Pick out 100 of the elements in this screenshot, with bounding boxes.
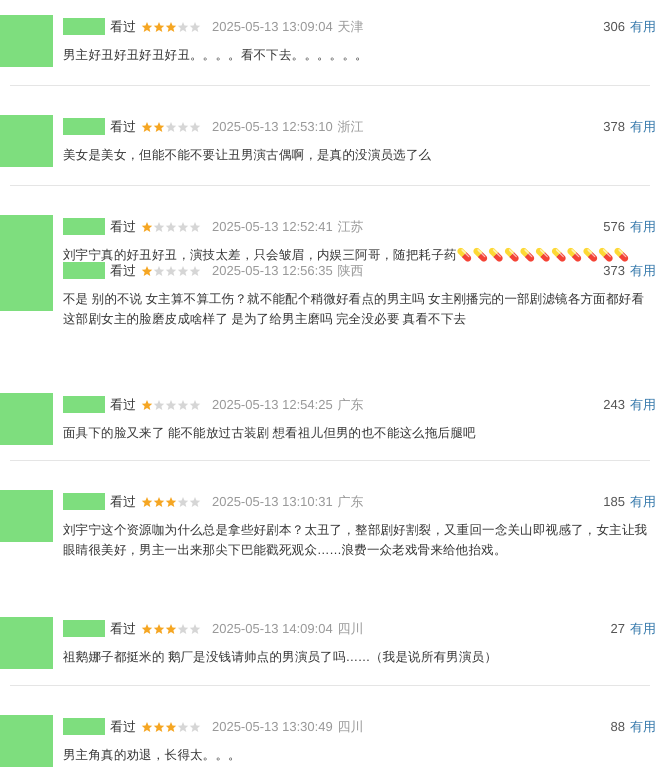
star-icon [189, 622, 201, 635]
vote-count: 185 [603, 493, 625, 511]
star-icon [177, 120, 189, 133]
star-icon [189, 496, 201, 508]
comment-location: 四川 [338, 718, 364, 736]
comment-time: 2025-05-13 12:56:35 [212, 262, 333, 280]
star-icon [141, 622, 153, 635]
comment-text: 男主角真的劝退，长得太。。。 [63, 746, 242, 764]
star-icon [189, 20, 201, 33]
comment-location: 广东 [338, 396, 364, 414]
star-icon [177, 622, 189, 635]
useful-link[interactable]: 有用 [630, 395, 656, 414]
comment-time: 2025-05-13 12:54:25 [212, 396, 333, 414]
redacted-username [63, 620, 105, 638]
comment-text: 男主好丑好丑好丑好丑。。。。看不下去。。。。。。 [63, 46, 369, 64]
comment-location: 江苏 [338, 218, 364, 236]
comment-location: 四川 [338, 620, 364, 638]
comment-location: 广东 [338, 493, 364, 511]
star-icon [141, 120, 153, 133]
star-icon [153, 398, 165, 411]
vote-count: 378 [603, 118, 625, 136]
star-icon [141, 720, 153, 733]
star-icon [141, 220, 153, 233]
star-icon [177, 20, 189, 33]
vote-count: 27 [610, 620, 625, 638]
vote-count: 306 [603, 18, 625, 36]
vote-count: 243 [603, 396, 625, 414]
redacted-username [63, 18, 105, 36]
star-icon [153, 496, 165, 508]
star-icon [165, 622, 177, 635]
redacted-username [63, 118, 105, 136]
star-icon [153, 264, 165, 277]
star-icon [165, 720, 177, 733]
useful-link[interactable]: 有用 [630, 492, 656, 512]
redacted-avatar [0, 115, 53, 167]
redacted-username [63, 396, 105, 414]
star-icon [165, 398, 177, 411]
star-icon [153, 120, 165, 133]
star-icon [177, 720, 189, 733]
comment-text: 美女是美女，但能不能不要让丑男演古偶啊，是真的没演员选了么 [63, 146, 432, 164]
watched-label: 看过 [110, 118, 136, 136]
star-icon [165, 220, 177, 233]
useful-link[interactable]: 有用 [630, 619, 656, 638]
comment-text: 刘宇宁这个资源咖为什么总是拿些好剧本？太丑了，整部剧好割裂，又重回一念关山即视感了，女主让我眼睛很美好，男主一出来那尖下巴能戳死观众……浪费一众老戏骨来给他抬戏。 [63, 522, 648, 558]
star-icon [141, 496, 153, 508]
watched-label: 看过 [110, 620, 136, 638]
comment-time: 2025-05-13 14:09:04 [212, 620, 333, 638]
redacted-avatar [0, 393, 53, 445]
redacted-avatar [0, 617, 53, 669]
useful-link[interactable]: 有用 [630, 261, 656, 280]
watched-label: 看过 [110, 18, 136, 36]
star-icon [189, 264, 201, 277]
star-icon [177, 398, 189, 411]
vote-count: 576 [603, 218, 625, 236]
star-icon [189, 720, 201, 733]
watched-label: 看过 [110, 718, 136, 736]
watched-label: 看过 [110, 218, 136, 236]
useful-link[interactable]: 有用 [630, 17, 656, 36]
comment-text: 祖鹅娜子都挺米的 鹅厂是没钱请帅点的男演员了吗……（我是说所有男演员） [63, 648, 498, 666]
vote-count: 88 [610, 718, 625, 736]
watched-label: 看过 [110, 262, 136, 280]
star-icon [189, 120, 201, 133]
star-icon [165, 20, 177, 33]
star-icon [189, 220, 201, 233]
redacted-avatar [0, 15, 53, 67]
watched-label: 看过 [110, 493, 136, 511]
comment-location: 天津 [338, 18, 364, 36]
star-icon [177, 496, 189, 508]
comment-text: 不是 别的不说 女主算不算工伤？就不能配个稍微好看点的男主吗 女主刚播完的一部剧滤镜各方面都好看这部剧女主的脸磨皮成啥样了 是为了给男主磨吗 完全没必要 真看不下去 [63, 290, 646, 328]
star-icon [141, 264, 153, 277]
star-icon [153, 622, 165, 635]
redacted-avatar [0, 490, 53, 542]
redacted-avatar [0, 715, 53, 767]
star-icon [153, 720, 165, 733]
star-icon [165, 120, 177, 133]
star-icon [141, 398, 153, 411]
comment-location: 浙江 [338, 118, 364, 136]
useful-link[interactable]: 有用 [630, 717, 656, 736]
redacted-username [63, 718, 105, 736]
comment-time: 2025-05-13 13:30:49 [212, 718, 333, 736]
comment-time: 2025-05-13 13:10:31 [212, 493, 333, 511]
useful-link[interactable]: 有用 [630, 217, 656, 236]
star-icon [165, 496, 177, 508]
star-icon [153, 20, 165, 33]
redacted-username [63, 493, 105, 510]
star-icon [189, 398, 201, 411]
redacted-username [63, 262, 105, 280]
star-icon [153, 220, 165, 233]
comment-text: 刘宇宁真的好丑好丑，演技太差，只会皱眉，内娱三阿哥，随把耗子药💊💊💊💊💊💊💊💊💊💊💊 [63, 246, 630, 264]
watched-label: 看过 [110, 396, 136, 414]
comment-time: 2025-05-13 12:52:41 [212, 218, 333, 236]
star-icon [177, 220, 189, 233]
comment-text: 面具下的脸又来了 能不能放过古装剧 想看祖儿但男的也不能这么拖后腿吧 [63, 424, 477, 442]
useful-link[interactable]: 有用 [630, 117, 656, 136]
star-icon [165, 264, 177, 277]
comment-location: 陕西 [338, 262, 364, 280]
vote-count: 373 [603, 262, 625, 280]
comment-time: 2025-05-13 12:53:10 [212, 118, 333, 136]
star-icon [141, 20, 153, 33]
comment-time: 2025-05-13 13:09:04 [212, 18, 333, 36]
